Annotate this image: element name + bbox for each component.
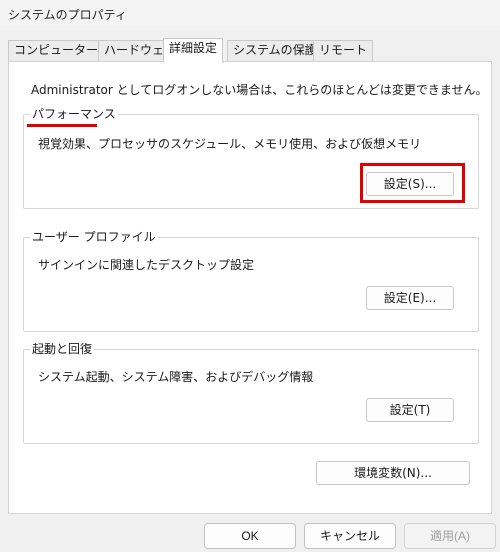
admin-notice: Administrator としてログオンしない場合は、これらのほとんどは変更で…: [31, 83, 488, 97]
tab-strip: コンピューター名 ハードウェア 詳細設定 システムの保護 リモート: [8, 38, 492, 63]
apply-button[interactable]: 適用(A): [404, 523, 496, 549]
tab-system-protection[interactable]: システムの保護: [227, 40, 323, 61]
cancel-button[interactable]: キャンセル: [304, 523, 396, 549]
environment-variables-button[interactable]: 環境変数(N)...: [316, 461, 470, 485]
annotation-highlight-box: [360, 163, 465, 203]
user-profile-group: ユーザー プロファイル サインインに関連したデスクトップ設定 設定(E)...: [23, 229, 479, 332]
tab-remote[interactable]: リモート: [313, 40, 374, 61]
advanced-tab-panel: Administrator としてログオンしない場合は、これらのほとんどは変更で…: [8, 61, 492, 514]
tab-advanced[interactable]: 詳細設定: [163, 38, 224, 63]
user-profile-description: サインインに関連したデスクトップ設定: [38, 258, 255, 272]
annotation-underline: [27, 124, 97, 127]
user-profile-group-label: ユーザー プロファイル: [30, 229, 158, 245]
performance-description: 視覚効果、プロセッサのスケジュール、メモリ使用、および仮想メモリ: [38, 137, 422, 151]
performance-group-label: パフォーマンス: [30, 106, 118, 122]
startup-recovery-description: システム起動、システム障害、およびデバッグ情報: [38, 370, 314, 384]
startup-recovery-group: 起動と回復 システム起動、システム障害、およびデバッグ情報 設定(T): [23, 341, 479, 444]
title-bar: システムのプロパティ: [0, 0, 500, 30]
window-title: システムのプロパティ: [8, 8, 127, 22]
ok-button[interactable]: OK: [204, 523, 296, 549]
startup-recovery-group-label: 起動と回復: [30, 341, 95, 357]
startup-recovery-settings-button[interactable]: 設定(T): [366, 398, 454, 422]
user-profile-settings-button[interactable]: 設定(E)...: [366, 286, 454, 310]
